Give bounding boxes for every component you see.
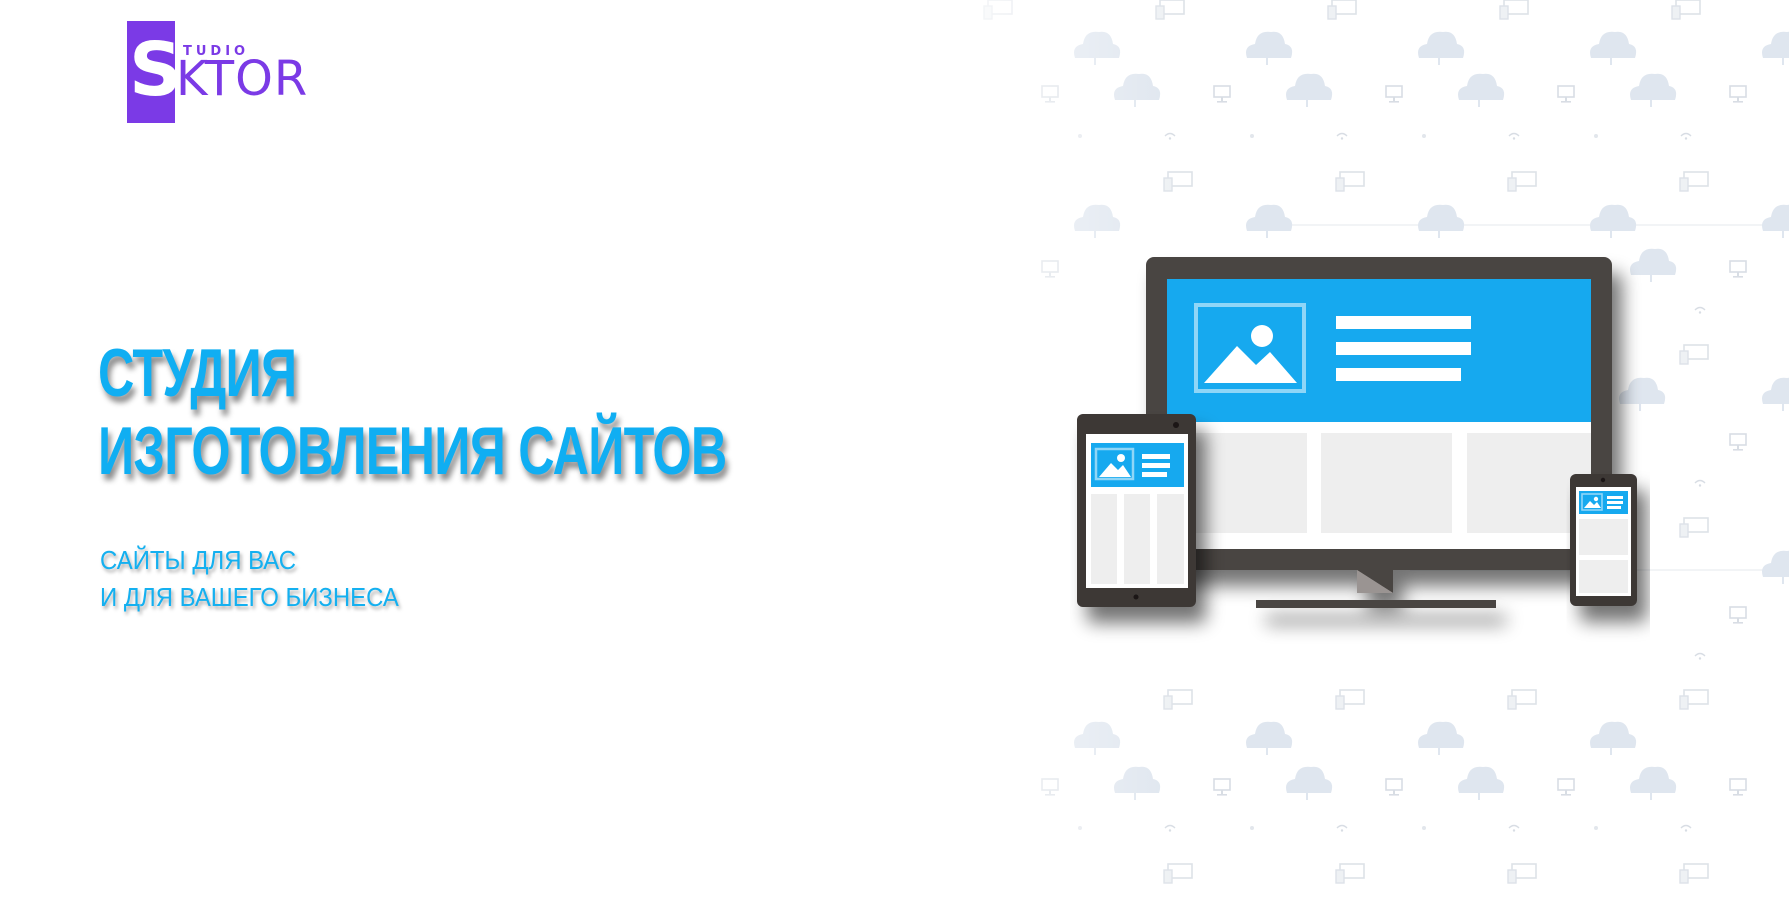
- logo-name: KTOR: [176, 51, 309, 107]
- smartphone-icon: [1570, 474, 1637, 606]
- hero-title-line1: СТУДИЯ: [98, 335, 297, 411]
- hero-subtitle-line1: САЙТЫ ДЛЯ ВАС: [100, 545, 297, 575]
- logo-box: S: [127, 21, 182, 123]
- hero-subtitle: САЙТЫ ДЛЯ ВАС И ДЛЯ ВАШЕГО БИЗНЕСА: [100, 542, 399, 616]
- logo[interactable]: S TUDIO KTOR: [127, 21, 317, 123]
- devices-illustration: [1077, 257, 1637, 608]
- desktop-monitor-icon: [1146, 257, 1612, 608]
- hero-subtitle-line2: И ДЛЯ ВАШЕГО БИЗНЕСА: [100, 582, 399, 612]
- hero-title: СТУДИЯ ИЗГОТОВЛЕНИЯ САЙТОВ: [98, 334, 727, 490]
- tablet-icon: [1077, 414, 1196, 607]
- logo-letter: S: [129, 27, 183, 113]
- hero-title-line2: ИЗГОТОВЛЕНИЯ САЙТОВ: [98, 413, 727, 489]
